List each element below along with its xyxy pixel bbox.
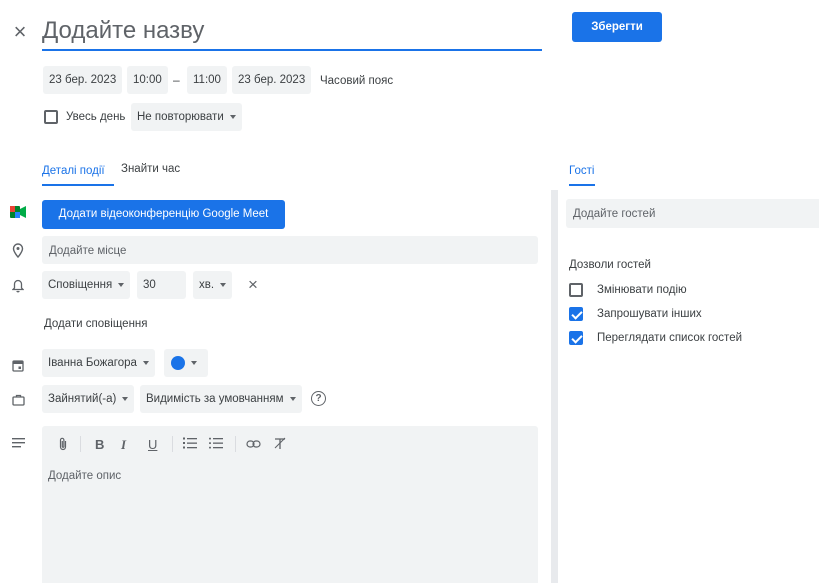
- chevron-down-icon: [191, 360, 197, 365]
- location-pin-icon: [10, 242, 26, 258]
- permission-label: Запрошувати інших: [597, 308, 702, 320]
- permission-label: Переглядати список гостей: [597, 332, 743, 344]
- calendar-owner-dropdown[interactable]: Іванна Божагора: [42, 349, 155, 377]
- chevron-down-icon: [220, 282, 227, 287]
- notification-unit-dropdown[interactable]: хв.: [193, 271, 233, 299]
- tab-event-details[interactable]: Деталі події: [42, 163, 114, 189]
- close-icon[interactable]: ×: [10, 19, 30, 44]
- description-placeholder: Додайте опис: [48, 470, 122, 482]
- all-day-label: Увесь день: [66, 111, 126, 123]
- add-meet-button-label: Додати відеоконференцію Google Meet: [58, 208, 269, 220]
- link-icon[interactable]: [246, 437, 261, 452]
- title-placeholder: Додайте назву: [42, 17, 205, 44]
- busy-status-value: Зайнятий(-а): [48, 393, 117, 405]
- calendar-color-dropdown[interactable]: [164, 349, 208, 377]
- briefcase-icon: [10, 392, 26, 408]
- toolbar-separator: [235, 436, 236, 452]
- time-range-dash: –: [173, 73, 180, 87]
- end-time-field[interactable]: 11:00: [187, 66, 227, 94]
- all-day-checkbox[interactable]: [44, 110, 58, 124]
- add-guests-input[interactable]: Додайте гостей: [566, 199, 819, 228]
- notification-type-value: Сповіщення: [48, 279, 113, 291]
- clear-formatting-icon[interactable]: [273, 437, 287, 453]
- column-divider: [551, 190, 558, 583]
- permission-label: Змінювати подію: [597, 284, 687, 296]
- help-icon[interactable]: ?: [311, 391, 326, 406]
- calendar-owner-value: Іванна Божагора: [48, 357, 137, 369]
- chevron-down-icon: [142, 360, 149, 365]
- location-placeholder: Додайте місце: [49, 245, 127, 257]
- location-input[interactable]: Додайте місце: [42, 236, 538, 264]
- calendar-icon: [10, 357, 26, 373]
- toolbar-separator: [80, 436, 81, 452]
- tab-guests[interactable]: Гості: [569, 163, 595, 189]
- start-date-field[interactable]: 23 бер. 2023: [43, 66, 123, 94]
- start-time-field[interactable]: 10:00: [127, 66, 168, 94]
- visibility-dropdown[interactable]: Видимість за умовчанням: [140, 385, 302, 413]
- chevron-down-icon: [229, 114, 236, 119]
- permission-see-guest-list-checkbox[interactable]: [569, 331, 583, 345]
- notification-value-input[interactable]: 30: [137, 271, 186, 299]
- italic-icon[interactable]: I: [121, 437, 126, 453]
- end-date-field[interactable]: 23 бер. 2023: [232, 66, 312, 94]
- numbered-list-icon[interactable]: [183, 437, 197, 452]
- add-meet-button[interactable]: Додати відеоконференцію Google Meet: [42, 200, 285, 229]
- remove-notification-icon[interactable]: ×: [244, 275, 262, 294]
- attachment-icon[interactable]: [58, 437, 68, 454]
- tab-active-indicator: [42, 184, 114, 186]
- google-meet-icon: [10, 205, 26, 219]
- save-button[interactable]: Зберегти: [572, 12, 662, 42]
- save-button-label: Зберегти: [591, 21, 643, 33]
- title-input[interactable]: Додайте назву: [42, 14, 542, 51]
- tab-event-details-label: Деталі події: [42, 165, 105, 177]
- description-editor[interactable]: [42, 426, 538, 583]
- tab-guests-label: Гості: [569, 165, 595, 177]
- notification-type-dropdown[interactable]: Сповіщення: [42, 271, 131, 299]
- toolbar-separator: [172, 436, 173, 452]
- color-swatch-circle: [171, 355, 185, 370]
- repeat-value: Не повторювати: [137, 111, 224, 123]
- timezone-link[interactable]: Часовий пояс: [320, 75, 393, 87]
- bold-icon[interactable]: B: [95, 437, 104, 452]
- tab-guests-indicator: [569, 184, 595, 186]
- notes-icon: [10, 436, 26, 450]
- bulleted-list-icon[interactable]: [209, 437, 223, 452]
- chevron-down-icon: [289, 396, 296, 401]
- add-notification-link[interactable]: Додати сповіщення: [44, 318, 148, 330]
- busy-status-dropdown[interactable]: Зайнятий(-а): [42, 385, 135, 413]
- permission-modify-event-checkbox[interactable]: [569, 283, 583, 297]
- guest-permissions-title: Дозволи гостей: [569, 259, 651, 271]
- tab-find-time[interactable]: Знайти час: [121, 163, 180, 175]
- chevron-down-icon: [122, 396, 129, 401]
- permission-invite-others-checkbox[interactable]: [569, 307, 583, 321]
- notification-value: 30: [143, 279, 156, 291]
- notification-unit-value: хв.: [199, 279, 215, 291]
- bell-icon: [10, 278, 26, 294]
- repeat-dropdown[interactable]: Не повторювати: [131, 103, 242, 131]
- chevron-down-icon: [118, 282, 125, 287]
- add-guests-placeholder: Додайте гостей: [573, 208, 656, 220]
- underline-icon[interactable]: U: [148, 437, 157, 452]
- visibility-value: Видимість за умовчанням: [146, 393, 284, 405]
